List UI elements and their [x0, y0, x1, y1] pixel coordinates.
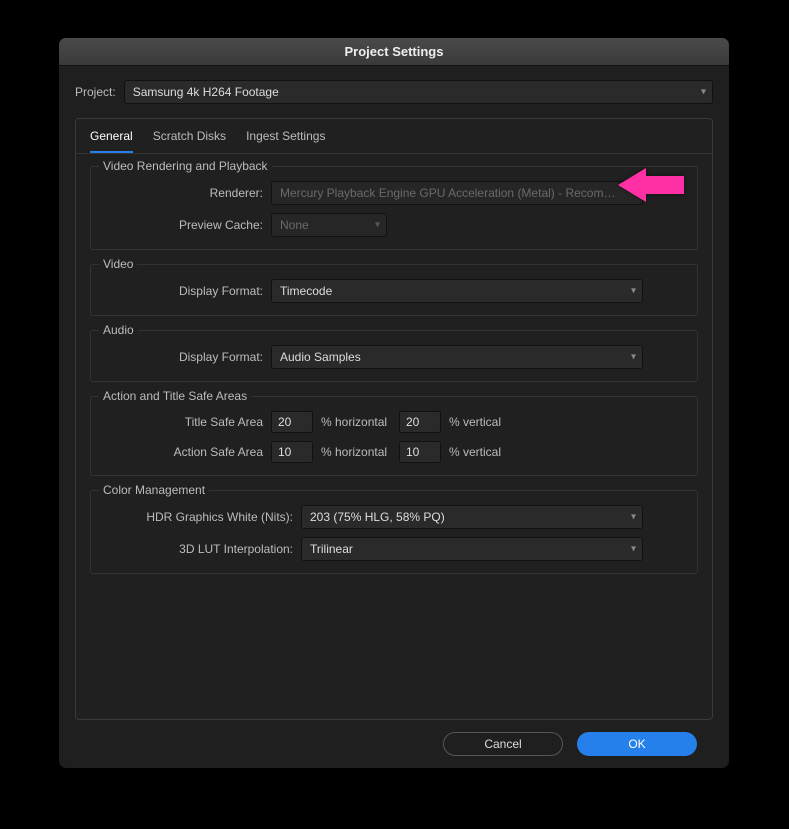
lut-label: 3D LUT Interpolation:: [103, 542, 293, 556]
title-safe-h-input[interactable]: 20: [271, 411, 313, 433]
window-title: Project Settings: [345, 44, 444, 59]
hdr-select[interactable]: 203 (75% HLG, 58% PQ) ▾: [301, 505, 643, 529]
group-color: Color Management HDR Graphics White (Nit…: [90, 490, 698, 574]
title-safe-v-input[interactable]: 20: [399, 411, 441, 433]
hdr-label: HDR Graphics White (Nits):: [103, 510, 293, 524]
group-video-legend: Video: [99, 257, 137, 271]
group-render: Video Rendering and Playback Renderer: M…: [90, 166, 698, 250]
annotation-arrow-icon: [618, 162, 688, 213]
chevron-down-icon: ▾: [631, 352, 636, 363]
project-select[interactable]: Samsung 4k H264 Footage ▾: [124, 80, 713, 104]
video-format-value: Timecode: [280, 284, 332, 298]
chevron-down-icon: ▾: [631, 512, 636, 523]
audio-format-label: Display Format:: [103, 350, 263, 364]
action-safe-label: Action Safe Area: [103, 445, 263, 459]
group-safe-legend: Action and Title Safe Areas: [99, 389, 251, 403]
chevron-down-icon: ▾: [631, 286, 636, 297]
audio-format-value: Audio Samples: [280, 350, 361, 364]
preview-cache-select[interactable]: None ▾: [271, 213, 387, 237]
renderer-value: Mercury Playback Engine GPU Acceleration…: [280, 186, 618, 200]
title-safe-v-unit: % vertical: [449, 415, 519, 429]
group-audio-legend: Audio: [99, 323, 138, 337]
tab-content: Video Rendering and Playback Renderer: M…: [76, 154, 712, 709]
renderer-label: Renderer:: [103, 186, 263, 200]
lut-select[interactable]: Trilinear ▾: [301, 537, 643, 561]
ok-button[interactable]: OK: [577, 732, 697, 756]
group-color-legend: Color Management: [99, 483, 209, 497]
tab-ingest-settings[interactable]: Ingest Settings: [246, 129, 325, 153]
dialog-footer: Cancel OK: [75, 720, 713, 756]
preview-cache-value: None: [280, 218, 309, 232]
lut-value: Trilinear: [310, 542, 353, 556]
tab-general[interactable]: General: [90, 129, 133, 153]
project-label: Project:: [75, 85, 116, 99]
title-safe-h-unit: % horizontal: [321, 415, 391, 429]
cancel-button[interactable]: Cancel: [443, 732, 563, 756]
video-format-label: Display Format:: [103, 284, 263, 298]
action-safe-h-input[interactable]: 10: [271, 441, 313, 463]
action-safe-h-unit: % horizontal: [321, 445, 391, 459]
tab-scratch-disks[interactable]: Scratch Disks: [153, 129, 226, 153]
video-format-select[interactable]: Timecode ▾: [271, 279, 643, 303]
title-safe-label: Title Safe Area: [103, 415, 263, 429]
renderer-select[interactable]: Mercury Playback Engine GPU Acceleration…: [271, 181, 643, 205]
window-titlebar: Project Settings: [59, 38, 729, 66]
group-safe-areas: Action and Title Safe Areas Title Safe A…: [90, 396, 698, 476]
group-render-legend: Video Rendering and Playback: [99, 159, 272, 173]
chevron-down-icon: ▾: [701, 87, 706, 98]
action-safe-v-unit: % vertical: [449, 445, 519, 459]
group-video: Video Display Format: Timecode ▾: [90, 264, 698, 316]
action-safe-v-input[interactable]: 10: [399, 441, 441, 463]
group-audio: Audio Display Format: Audio Samples ▾: [90, 330, 698, 382]
audio-format-select[interactable]: Audio Samples ▾: [271, 345, 643, 369]
hdr-value: 203 (75% HLG, 58% PQ): [310, 510, 445, 524]
project-value: Samsung 4k H264 Footage: [133, 85, 279, 99]
preview-cache-label: Preview Cache:: [103, 218, 263, 232]
project-row: Project: Samsung 4k H264 Footage ▾: [75, 80, 713, 104]
project-settings-window: Project Settings Project: Samsung 4k H26…: [59, 38, 729, 768]
tabs: General Scratch Disks Ingest Settings: [76, 119, 712, 154]
chevron-down-icon: ▾: [631, 544, 636, 555]
chevron-down-icon: ▾: [375, 220, 380, 231]
